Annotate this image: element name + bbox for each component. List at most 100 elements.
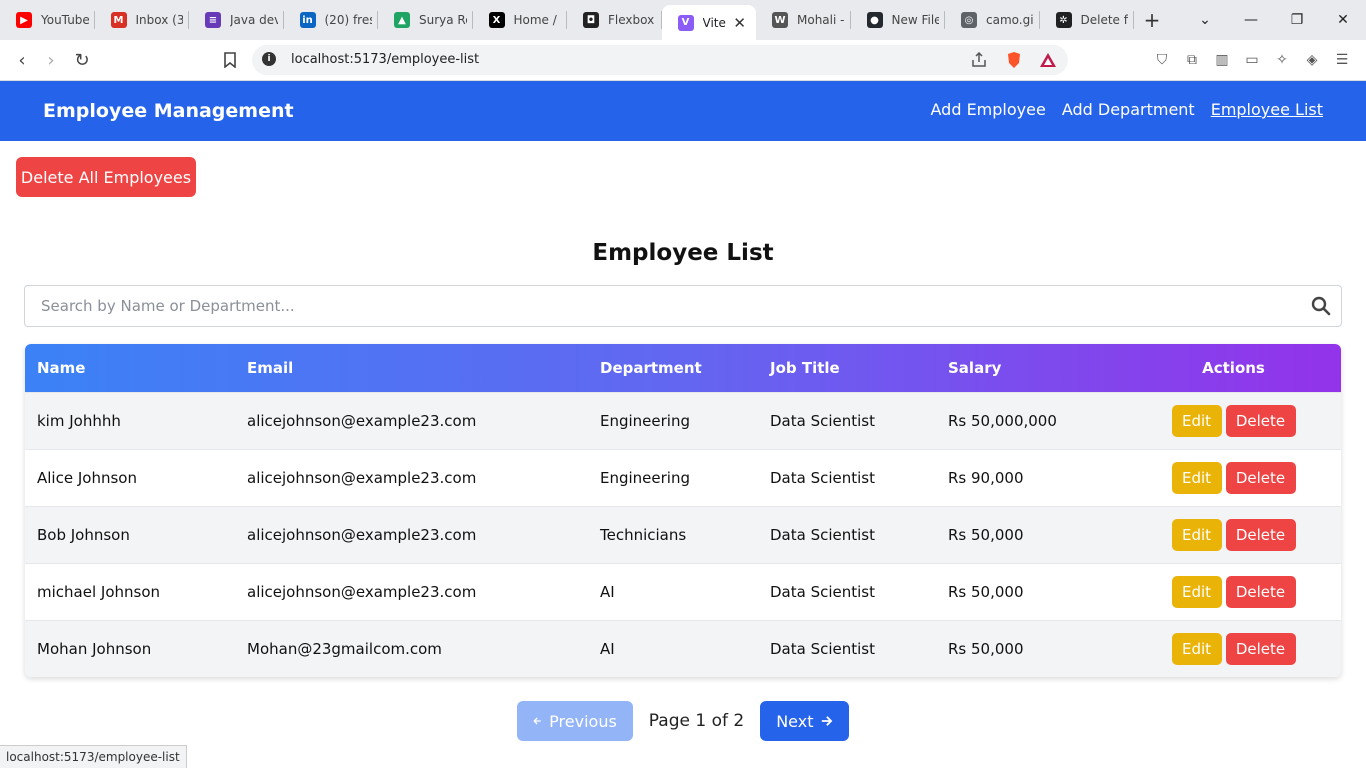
cell-name: kim Johhhh [37,411,121,430]
tab-label: (20) fres [324,13,373,27]
employee-table: Name Email Department Job Title Salary A… [25,344,1341,677]
cell-name: Bob Johnson [37,525,130,544]
delete-button[interactable]: Delete [1225,518,1296,551]
cell-actions: Edit Delete [1126,449,1341,506]
browser-tab[interactable]: V Vite ✕ [661,5,756,40]
page-title: Employee List [592,240,774,266]
app-header: Employee Management Add Employee Add Dep… [0,81,1366,141]
menu-icon[interactable]: ☰ [1332,50,1352,70]
url-text[interactable]: localhost:5173/employee-list [291,52,479,67]
edit-button[interactable]: Edit [1171,461,1222,494]
browser-tab[interactable]: W Mohali - [756,0,851,40]
table-row: Bob Johnson alicejohnson@example23.com Tec… [25,506,1341,563]
vpn-icon[interactable]: ◈ [1302,50,1322,70]
cell-job-title: Data Scientist [770,639,875,658]
tab-label: Java dev [230,13,278,27]
browser-tab[interactable]: ▶ YouTube [0,0,95,40]
tab-label: Mohali - [797,13,845,27]
cell-actions: Edit Delete [1126,563,1341,620]
next-label: Next [776,711,814,731]
table-row: michael Johnson alicejohnson@example23.co… [25,563,1341,620]
cell-salary: Rs 50,000,000 [948,411,1057,430]
browser-tab[interactable]: ▲ Surya Re [378,0,473,40]
address-bar[interactable]: i localhost:5173/employee-list [252,45,1068,75]
browser-tab[interactable]: M Inbox (3 [95,0,190,40]
table-row: Alice Johnson alicejohnson@example23.com E… [25,449,1341,506]
browser-toolbar: ‹ › ↻ i localhost:5173/employee-list ⛉ ⧉… [0,40,1366,81]
browser-tab[interactable]: ◎ camo.gi [945,0,1040,40]
browser-tab[interactable]: ● New File [851,0,946,40]
next-page-button[interactable]: Next [760,701,850,741]
browser-tab[interactable]: in (20) fres [284,0,379,40]
app-brand[interactable]: Employee Management [43,100,294,122]
edit-button[interactable]: Edit [1171,575,1222,608]
sidebar-icon[interactable]: ▥ [1212,50,1232,70]
edit-button[interactable]: Edit [1171,632,1222,665]
new-tab-button[interactable]: + [1134,0,1170,40]
edit-button[interactable]: Edit [1171,404,1222,437]
brave-shield-icon[interactable] [1004,50,1024,70]
browser-tab[interactable]: X Home / [473,0,568,40]
tab-search-icon[interactable]: ⌄ [1182,0,1228,40]
extensions-icon[interactable]: ⧉ [1182,50,1202,70]
delete-button[interactable]: Delete [1225,632,1296,665]
tab-label: YouTube [41,13,89,27]
close-window-button[interactable]: ✕ [1320,0,1366,40]
nav-employee-list[interactable]: Employee List [1211,100,1323,119]
tab-label: Home / [513,13,557,27]
cell-name: Mohan Johnson [37,639,152,658]
column-header-job-title: Job Title [770,358,840,377]
vite-icon: V [677,14,694,31]
nav-add-employee[interactable]: Add Employee [931,100,1046,119]
share-icon[interactable] [969,50,989,70]
delete-button[interactable]: Delete [1225,404,1296,437]
cell-email: alicejohnson@example23.com [247,582,477,601]
cell-email: Mohan@23gmailcom.com [247,639,442,658]
drive-icon: ▲ [394,12,410,28]
browser-tab[interactable]: ✲ Delete fi [1040,0,1135,40]
search-box [24,285,1342,327]
restore-button[interactable]: ❐ [1274,0,1320,40]
table-row: kim Johhhh alicejohnson@example23.com Engi… [25,392,1341,449]
cell-department: Engineering [600,411,690,430]
edit-button[interactable]: Edit [1171,518,1222,551]
leo-ai-icon[interactable]: ✧ [1272,50,1292,70]
minimize-button[interactable]: — [1228,0,1274,40]
forward-icon[interactable]: › [38,48,64,72]
bookmark-icon[interactable] [217,48,243,72]
column-header-email: Email [247,358,294,377]
browser-tab[interactable]: ≡ Java dev [189,0,284,40]
cell-job-title: Data Scientist [770,525,875,544]
back-icon[interactable]: ‹ [9,48,35,72]
cell-department: Technicians [600,525,687,544]
cell-actions: Edit Delete [1126,506,1341,563]
cell-salary: Rs 50,000 [948,582,1024,601]
vpn-shield-icon[interactable]: ⛉ [1152,50,1172,70]
column-header-name: Name [37,358,86,377]
browser-tab[interactable]: ◘ Flexbox [567,0,662,40]
previous-page-button[interactable]: Previous [516,701,633,741]
cell-salary: Rs 50,000 [948,639,1024,658]
tab-label: Delete fi [1080,13,1129,27]
table-row: Mohan Johnson Mohan@23gmailcom.com AI Data … [25,620,1341,677]
delete-button[interactable]: Delete [1225,575,1296,608]
wallet-icon[interactable]: ▭ [1242,50,1262,70]
table-header-row: Name Email Department Job Title Salary A… [25,344,1341,392]
cell-name: michael Johnson [37,582,161,601]
delete-button[interactable]: Delete [1225,461,1296,494]
tab-label: camo.gi [986,13,1034,27]
brave-rewards-icon[interactable] [1038,50,1058,70]
cell-email: alicejohnson@example23.com [247,525,477,544]
nav-add-department[interactable]: Add Department [1062,100,1195,119]
browser-tab-strip: ▶ YouTube M Inbox (3 ≡ Java dev in (20) fres ▲ Su… [0,0,1366,40]
reload-icon[interactable]: ↻ [69,48,95,72]
cell-email: alicejohnson@example23.com [247,468,477,487]
close-tab-icon[interactable]: ✕ [733,14,750,32]
search-input[interactable] [25,286,1295,326]
site-info-icon[interactable]: i [262,52,276,66]
search-icon[interactable] [1311,296,1331,316]
tab-label: Inbox (3 [135,13,184,27]
delete-all-employees-button[interactable]: Delete All Employees [16,157,196,197]
wikipedia-icon: W [772,12,788,28]
cell-job-title: Data Scientist [770,582,875,601]
